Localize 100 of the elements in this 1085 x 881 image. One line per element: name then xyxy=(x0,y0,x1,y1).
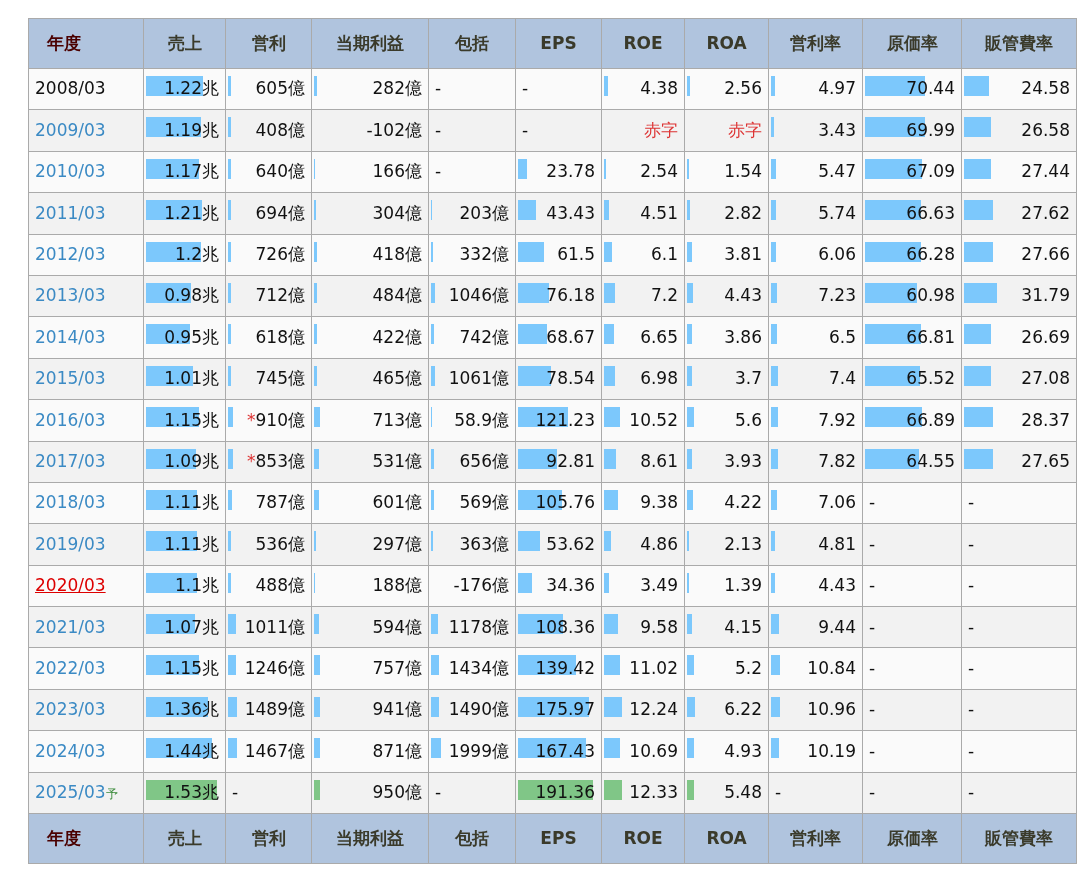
column-header: 当期利益 xyxy=(311,18,429,69)
cell-value: 3.81 xyxy=(724,244,762,264)
cell-value: 465億 xyxy=(372,368,422,389)
cell-value: 167.43 xyxy=(535,740,595,761)
column-header: ROA xyxy=(684,813,769,864)
cell-value: - xyxy=(968,782,975,803)
column-header: 営利率 xyxy=(768,18,863,69)
cell-value: - xyxy=(869,533,876,554)
cell-value: 4.97 xyxy=(818,78,856,99)
column-header: 原価率 xyxy=(862,813,962,864)
cell-value: 726億 xyxy=(255,244,305,264)
note-mark: * xyxy=(247,450,256,471)
cell-value: 5.47 xyxy=(818,161,856,182)
column-header: 原価率 xyxy=(862,18,962,69)
cell-value: 27.66 xyxy=(1021,244,1070,264)
cell-value: 121.23 xyxy=(535,409,595,430)
cell-value: 656億 xyxy=(459,450,509,471)
cell-value: 7.23 xyxy=(818,285,856,306)
cell-value: 363億 xyxy=(459,533,509,554)
cell-value: 1.21兆 xyxy=(164,202,219,223)
cell-value: 6.1 xyxy=(650,244,678,264)
cell-value: - xyxy=(869,657,876,678)
cell-value: 7.2 xyxy=(650,285,678,306)
cell-value: 1178億 xyxy=(448,616,509,637)
cell-value: 166億 xyxy=(372,161,422,182)
cell-value: 34.36 xyxy=(546,575,595,596)
cell-value: 871億 xyxy=(372,740,422,761)
cell-value: 4.43 xyxy=(724,285,762,306)
cell-value: 605億 xyxy=(255,78,305,99)
note-mark: * xyxy=(247,409,256,430)
cell-value: 1.54 xyxy=(724,161,762,182)
cell-value: 745億 xyxy=(255,368,305,389)
cell-value: - xyxy=(232,782,239,803)
cell-value: 58.9億 xyxy=(454,409,509,430)
cell-value: 332億 xyxy=(459,244,509,264)
cell-value: 1999億 xyxy=(448,740,509,761)
cell-value: 4.22 xyxy=(724,492,762,513)
cell-value: 422億 xyxy=(372,326,422,347)
cell-value: 66.81 xyxy=(906,326,955,347)
cell-value: 3.7 xyxy=(734,368,762,389)
cell-value: 1.07兆 xyxy=(164,616,219,637)
cell-value: 1.01兆 xyxy=(164,368,219,389)
cell-value: 4.81 xyxy=(818,533,856,554)
cell-value: 9.44 xyxy=(818,616,856,637)
column-header: 当期利益 xyxy=(311,813,429,864)
cell-value: 66.28 xyxy=(906,244,955,264)
cell-value: 24.58 xyxy=(1021,78,1070,99)
cell-value: 3.43 xyxy=(818,119,856,140)
cell-value: 3.49 xyxy=(640,575,678,596)
cell-value: - xyxy=(435,119,442,140)
cell-value: 60.98 xyxy=(906,285,955,306)
cell-value: 1490億 xyxy=(448,699,509,720)
year-link[interactable]: 2025/03 xyxy=(35,782,106,803)
cell-value: 12.33 xyxy=(629,782,678,803)
cell-value: 69.99 xyxy=(906,119,955,140)
cell-value: 10.52 xyxy=(629,409,678,430)
column-header: 販管費率 xyxy=(961,18,1077,69)
cell-value: 26.69 xyxy=(1021,326,1070,347)
cell-value: 713億 xyxy=(372,409,422,430)
cell-value: - xyxy=(522,119,529,140)
cell-value: - xyxy=(775,782,782,803)
cell-value: 1.22兆 xyxy=(164,78,219,99)
column-header: EPS xyxy=(515,813,602,864)
cell-value: 742億 xyxy=(459,326,509,347)
cell-value: 7.06 xyxy=(818,492,856,513)
cell-value: 1.17兆 xyxy=(164,161,219,182)
cell-value: 175.97 xyxy=(535,699,595,720)
cell-value: 297億 xyxy=(372,533,422,554)
cell-value: 853億 xyxy=(255,450,305,471)
cell-value: 78.54 xyxy=(546,368,595,389)
cell-value: 76.18 xyxy=(546,285,595,306)
cell-value: 64.55 xyxy=(906,450,955,471)
cell-value: 282億 xyxy=(372,78,422,99)
cell-value: 941億 xyxy=(372,699,422,720)
cell-value: 23.78 xyxy=(546,161,595,182)
cell-value: - xyxy=(968,533,975,554)
cell-value: - xyxy=(435,782,442,803)
cell-value: 4.38 xyxy=(640,78,678,99)
cell-value: 1.15兆 xyxy=(164,409,219,430)
cell-value: 2.82 xyxy=(724,202,762,223)
cell-value: 787億 xyxy=(255,492,305,513)
cell-value: 8.61 xyxy=(640,450,678,471)
column-header: ROE xyxy=(601,18,685,69)
cell-value: - xyxy=(968,616,975,637)
cell-value: 1489億 xyxy=(244,699,305,720)
cell-value: 203億 xyxy=(459,202,509,223)
cell-value: 531億 xyxy=(372,450,422,471)
cell-value: - xyxy=(869,782,876,803)
cell-value: - xyxy=(435,161,442,182)
cell-value: 1.1兆 xyxy=(174,575,219,596)
cell-value: - xyxy=(869,575,876,596)
cell-value: - xyxy=(522,78,529,99)
cell-value: -102億 xyxy=(366,119,422,140)
cell-value: - xyxy=(968,492,975,513)
cell-value: 1.11兆 xyxy=(164,492,219,513)
cell-value: 61.5 xyxy=(557,244,595,264)
cell-value: 5.2 xyxy=(734,657,762,678)
cell-value: 1.09兆 xyxy=(164,450,219,471)
cell-value: 1.36兆 xyxy=(164,699,219,720)
column-header: ROE xyxy=(601,813,685,864)
